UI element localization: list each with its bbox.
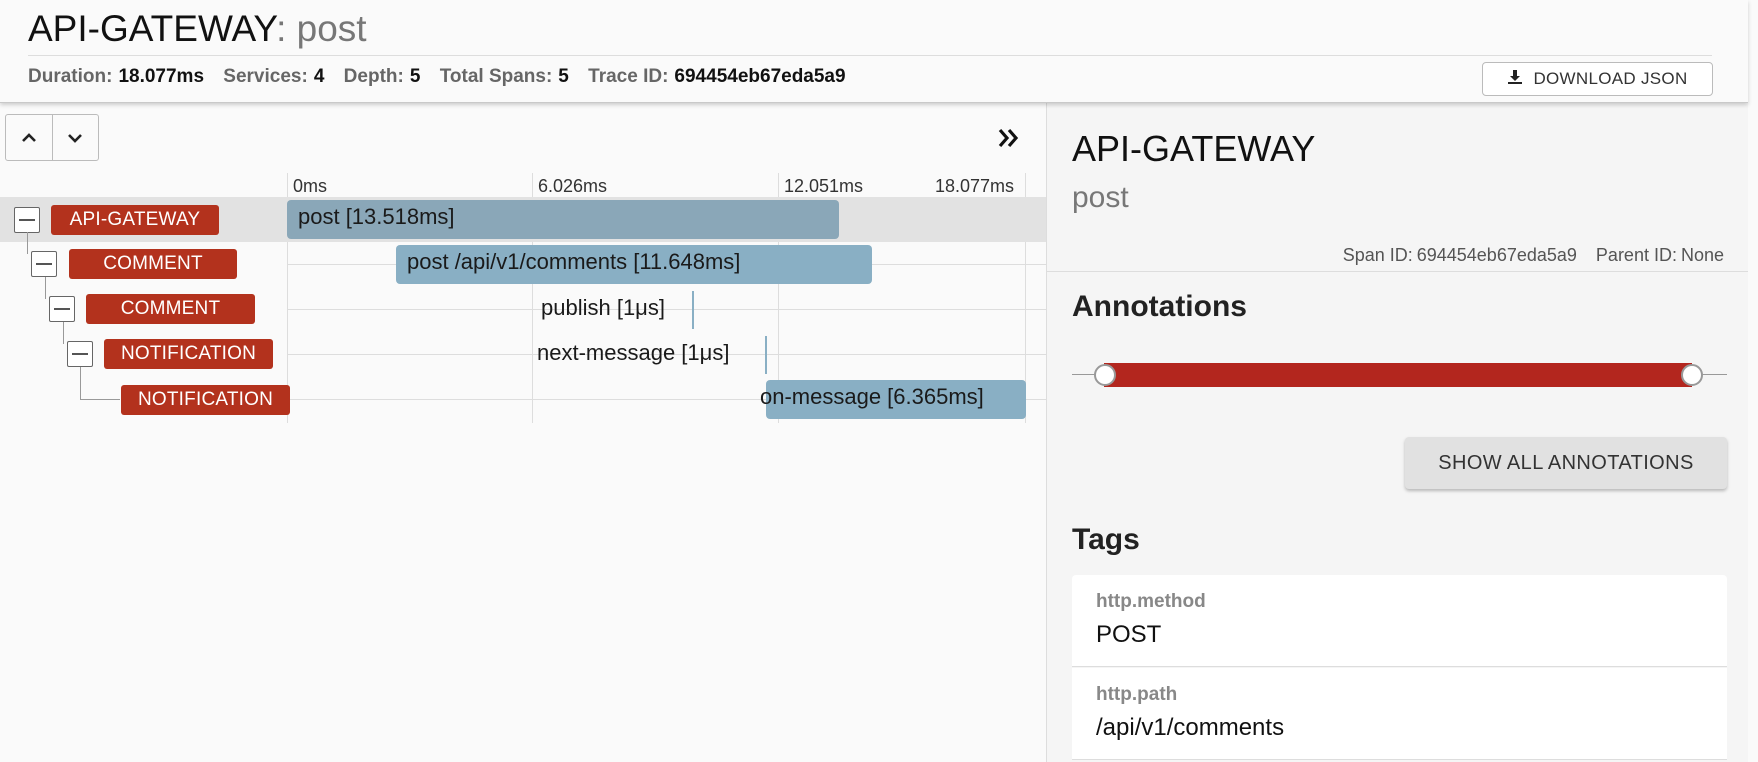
service-badge: COMMENT: [69, 249, 237, 279]
download-json-label: DOWNLOAD JSON: [1533, 69, 1688, 88]
trace-header: API-GATEWAY: post Duration: 18.077ms Serv…: [0, 0, 1748, 103]
span-navigation: [5, 114, 99, 161]
span-detail-panel: API-GATEWAY post Span ID: 694454eb67eda5a…: [1047, 103, 1748, 762]
span-row[interactable]: NOTIFICATION on-message [6.365ms]: [0, 367, 1046, 422]
trace-title: API-GATEWAY: post: [28, 8, 367, 50]
tree-line: [80, 367, 81, 399]
collapse-toggle-icon[interactable]: [31, 251, 57, 277]
parent-id-value: None: [1680, 245, 1724, 265]
tick-label: 18.077ms: [935, 176, 1015, 196]
chevron-down-icon: [68, 133, 83, 143]
trace-title-separator: :: [276, 8, 287, 49]
span-label: post /api/v1/comments [11.648ms]: [407, 249, 741, 274]
chevron-up-icon: [22, 132, 36, 142]
tag-item: http.method POST: [1072, 575, 1727, 667]
span-row[interactable]: COMMENT post /api/v1/comments [11.648ms]: [0, 232, 1046, 287]
depth-label: Depth:: [343, 66, 404, 87]
span-row[interactable]: API-GATEWAY post [13.518ms]: [0, 197, 1046, 242]
services-label: Services:: [223, 66, 308, 87]
tree-line: [45, 277, 46, 299]
tag-key: http.path: [1096, 684, 1178, 705]
total-spans-value: 5: [558, 66, 569, 87]
trace-title-span: post: [296, 8, 367, 49]
span-id-value: 694454eb67eda5a9: [1416, 245, 1577, 265]
detail-service-name: API-GATEWAY: [1072, 128, 1316, 169]
span-label: post [13.518ms]: [298, 204, 455, 229]
span-bar[interactable]: [765, 336, 767, 374]
trace-id-value: 694454eb67eda5a9: [674, 66, 846, 87]
service-badge: COMMENT: [86, 294, 255, 324]
tag-item: http.path /api/v1/comments: [1072, 668, 1727, 760]
trace-id-label: Trace ID:: [588, 66, 669, 87]
tree-line: [27, 232, 28, 254]
span-ids: Span ID: 694454eb67eda5a9 Parent ID: None: [1343, 245, 1724, 266]
collapse-toggle-icon[interactable]: [49, 296, 75, 322]
trace-title-service: API-GATEWAY: [28, 8, 277, 49]
tags-heading: Tags: [1072, 523, 1140, 556]
duration-value: 18.077ms: [118, 66, 205, 87]
services-value: 4: [313, 66, 325, 87]
double-chevron-right-icon: [998, 128, 1019, 148]
span-label: publish [1μs]: [541, 295, 665, 320]
span-bar[interactable]: [692, 291, 694, 329]
tick-label: 0ms: [293, 176, 328, 196]
detail-divider: [1047, 271, 1748, 272]
span-row[interactable]: COMMENT publish [1μs]: [0, 277, 1046, 332]
tick-label: 12.051ms: [784, 176, 864, 196]
previous-span-button[interactable]: [6, 115, 52, 160]
annotation-bar: [1104, 363, 1692, 387]
show-all-annotations-button[interactable]: SHOW ALL ANNOTATIONS: [1405, 437, 1727, 489]
span-label: next-message [1μs]: [537, 340, 730, 365]
timeline-panel: 0ms 6.026ms 12.051ms 18.077ms API-GATEWA…: [0, 103, 1046, 762]
duration-label: Duration:: [28, 66, 113, 87]
header-divider: [28, 55, 1712, 56]
tree-line: [63, 322, 64, 344]
collapse-toggle-icon[interactable]: [67, 341, 93, 367]
collapse-detail-button[interactable]: [994, 123, 1024, 153]
tag-value: /api/v1/comments: [1096, 714, 1285, 741]
next-span-button[interactable]: [51, 115, 98, 160]
total-spans-label: Total Spans:: [439, 66, 553, 87]
download-json-button[interactable]: DOWNLOAD JSON: [1482, 62, 1713, 96]
span-label: on-message [6.365ms]: [760, 384, 984, 409]
tag-key: http.method: [1096, 591, 1206, 612]
tick-label: 6.026ms: [538, 176, 608, 196]
tag-value: POST: [1096, 621, 1162, 648]
annotation-marker[interactable]: [1681, 364, 1703, 386]
trace-stats: Duration: 18.077ms Services: 4 Depth: 5 Tot…: [28, 66, 860, 88]
row-line: [287, 309, 1046, 310]
depth-value: 5: [409, 66, 421, 87]
service-badge: API-GATEWAY: [51, 205, 219, 235]
span-id-label: Span ID:: [1342, 245, 1413, 265]
parent-id-label: Parent ID:: [1595, 245, 1677, 265]
service-badge: NOTIFICATION: [104, 339, 273, 369]
tree-line: [80, 399, 120, 400]
detail-span-name: post: [1072, 181, 1129, 214]
collapse-toggle-icon[interactable]: [14, 207, 40, 233]
span-row[interactable]: NOTIFICATION next-message [1μs]: [0, 322, 1046, 377]
annotations-heading: Annotations: [1072, 290, 1247, 323]
download-icon: [1507, 69, 1523, 90]
service-badge: NOTIFICATION: [121, 385, 290, 415]
annotation-marker[interactable]: [1094, 364, 1116, 386]
